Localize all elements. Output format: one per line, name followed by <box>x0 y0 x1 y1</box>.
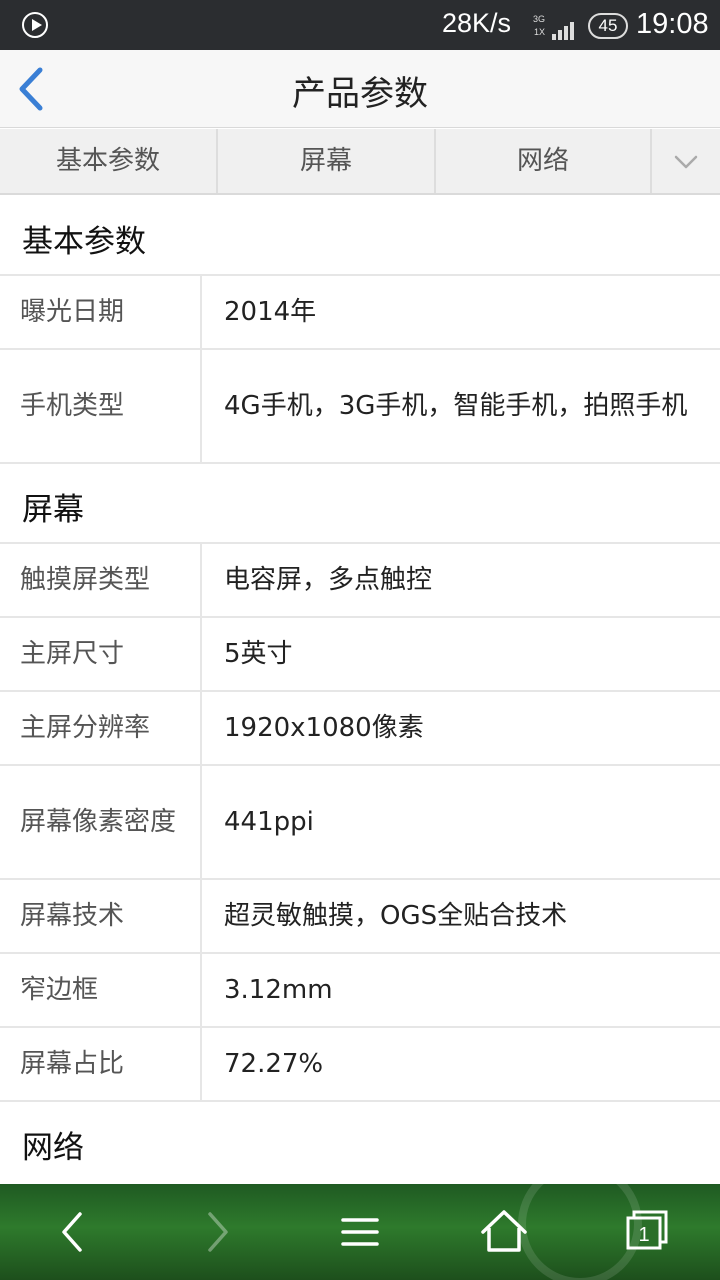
footprint-watermark <box>518 1162 642 1280</box>
param-row: 屏幕技术 超灵敏触摸，OGS全贴合技术 <box>0 880 720 954</box>
page-title: 产品参数 <box>292 74 428 114</box>
menu-button[interactable] <box>325 1198 395 1266</box>
param-value: 电容屏，多点触控 <box>224 565 433 595</box>
param-row: 主屏分辨率 1920x1080像素 <box>0 692 720 766</box>
param-key: 屏幕占比 <box>0 1028 202 1100</box>
param-row: 触摸屏类型 电容屏，多点触控 <box>0 544 720 618</box>
param-key: 触摸屏类型 <box>0 544 202 616</box>
param-key: 手机类型 <box>0 350 202 462</box>
tab-network[interactable]: 网络 <box>436 129 652 193</box>
param-key: 屏幕像素密度 <box>0 766 202 878</box>
tab-screen[interactable]: 屏幕 <box>218 129 436 193</box>
param-row: 屏幕占比 72.27% <box>0 1028 720 1102</box>
param-value: 超灵敏触摸，OGS全贴合技术 <box>224 901 568 931</box>
param-key: 曝光日期 <box>0 276 202 348</box>
signal-3g-label: 3G <box>533 14 546 24</box>
param-key: 主屏尺寸 <box>0 618 202 690</box>
browser-back-button[interactable] <box>38 1198 108 1266</box>
param-row: 窄边框 3.12mm <box>0 954 720 1028</box>
media-playing-icon <box>22 12 48 38</box>
param-key: 主屏分辨率 <box>0 692 202 764</box>
arrow-forward-icon <box>208 1212 228 1252</box>
signal-icon: 3G 1X <box>530 12 580 40</box>
param-value: 1920x1080像素 <box>224 713 424 743</box>
param-row: 手机类型 4G手机，3G手机，智能手机，拍照手机 <box>0 350 720 464</box>
param-value: 441ppi <box>224 807 314 837</box>
param-value: 72.27% <box>224 1049 324 1079</box>
title-bar: 产品参数 <box>0 50 720 128</box>
param-value: 4G手机，3G手机，智能手机，拍照手机 <box>224 391 688 421</box>
param-row: 曝光日期 2014年 <box>0 276 720 350</box>
arrow-back-icon <box>62 1212 82 1252</box>
param-row: 主屏尺寸 5英寸 <box>0 618 720 692</box>
category-tabs: 基本参数 屏幕 网络 <box>0 129 720 195</box>
status-bar: 28K/s 3G 1X 45 19:08 <box>0 0 720 50</box>
param-value: 3.12mm <box>224 975 333 1005</box>
section-title-screen: 屏幕 <box>0 464 720 544</box>
expand-tabs-button[interactable] <box>652 129 720 193</box>
chevron-down-icon <box>674 155 698 169</box>
section-title-basic: 基本参数 <box>0 196 720 276</box>
param-row: 屏幕像素密度 441ppi <box>0 766 720 880</box>
clock: 19:08 <box>636 8 709 40</box>
menu-icon <box>341 1218 379 1246</box>
network-speed: 28K/s <box>442 8 512 38</box>
signal-1x-label: 1X <box>534 27 546 37</box>
browser-forward-button[interactable] <box>182 1198 252 1266</box>
tab-basic[interactable]: 基本参数 <box>0 129 218 193</box>
param-key: 窄边框 <box>0 954 202 1026</box>
battery-level: 45 <box>588 13 628 39</box>
param-value: 2014年 <box>224 297 317 327</box>
param-value: 5英寸 <box>224 639 293 669</box>
params-content: 基本参数 曝光日期 2014年 手机类型 4G手机，3G手机，智能手机，拍照手机… <box>0 196 720 1184</box>
param-key: 屏幕技术 <box>0 880 202 952</box>
